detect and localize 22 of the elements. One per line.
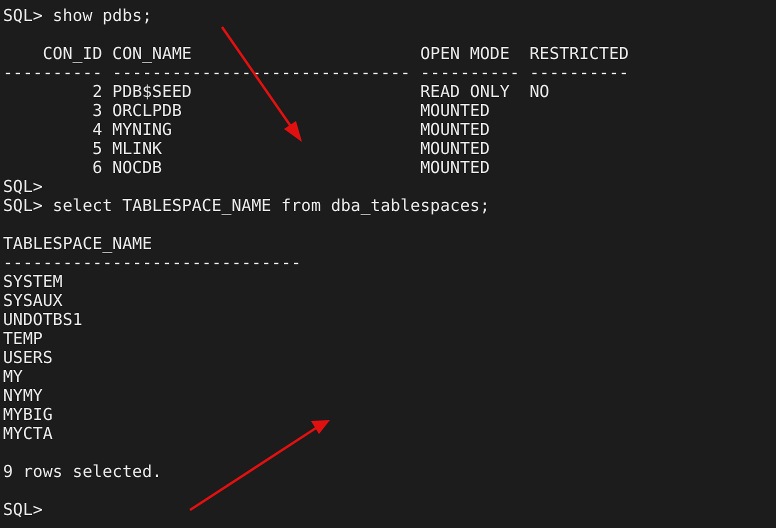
terminal-line: UNDOTBS1 — [3, 310, 82, 329]
terminal-line: TABLESPACE_NAME — [3, 234, 152, 253]
terminal-line: 9 rows selected. — [3, 462, 162, 481]
terminal-line: 5 MLINK MOUNTED — [91, 139, 490, 158]
terminal-line: 2 PDB$SEED READ ONLY NO — [91, 82, 550, 101]
terminal-line: SYSAUX — [3, 291, 63, 310]
terminal-line: NYMY — [3, 386, 43, 405]
terminal-line: MYBIG — [3, 405, 53, 424]
terminal-line: MYCTA — [3, 424, 53, 443]
terminal-line: SQL> — [3, 500, 43, 519]
terminal-line: CON_ID CON_NAME OPEN MODE RESTRICTED — [42, 44, 629, 63]
terminal-line: SYSTEM — [3, 272, 63, 291]
terminal-line: MY — [3, 367, 23, 386]
terminal-line: 3 ORCLPDB MOUNTED — [91, 101, 490, 120]
terminal-line: 6 NOCDB MOUNTED — [91, 158, 490, 177]
terminal-line: SQL> show pdbs; — [3, 6, 152, 25]
terminal-line: TEMP — [3, 329, 43, 348]
terminal-line: SQL> — [3, 177, 43, 196]
terminal-line: ------------------------------ — [3, 253, 302, 272]
terminal-line: SQL> select TABLESPACE_NAME from dba_tablespaces; — [3, 196, 490, 215]
terminal-line: USERS — [3, 348, 53, 367]
terminal-line: 4 MYNING MOUNTED — [91, 120, 490, 139]
